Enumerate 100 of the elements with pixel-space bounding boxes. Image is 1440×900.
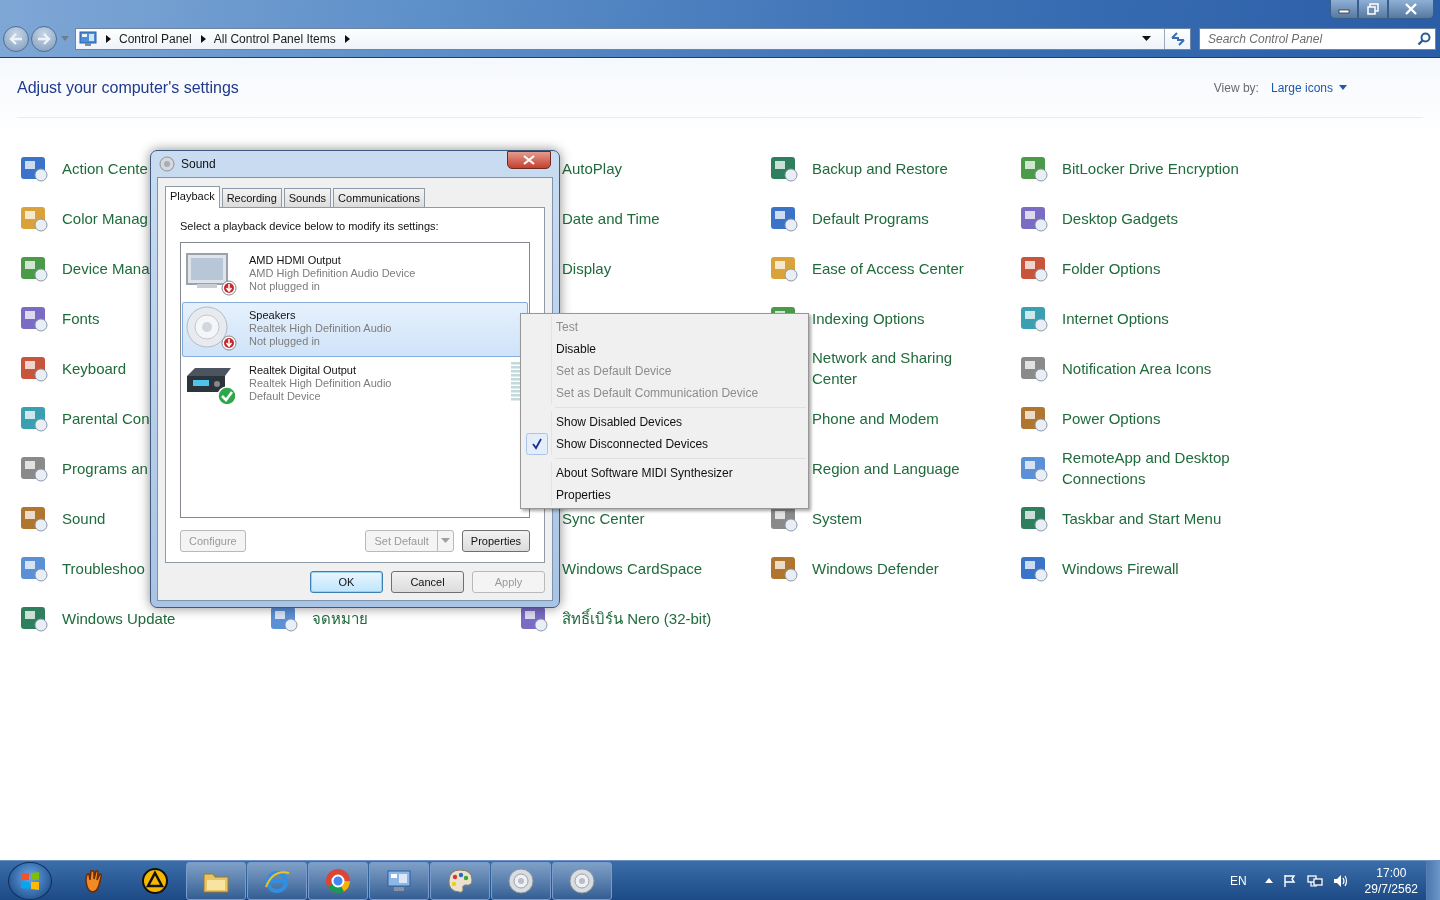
back-arrow-icon <box>9 33 23 45</box>
applet-link[interactable]: Sync Center <box>562 507 645 529</box>
device-row[interactable]: Speakers Realtek High Definition Audio Not plugged in <box>182 302 528 357</box>
dialog-button[interactable]: Cancel <box>391 571 464 593</box>
tab[interactable]: Playback <box>165 186 220 208</box>
applet-link[interactable]: Windows Defender <box>812 557 939 579</box>
caret-icon[interactable] <box>1264 877 1273 884</box>
applet-link[interactable]: Parental Con <box>62 407 150 429</box>
device-driver: AMD High Definition Audio Device <box>249 267 416 280</box>
applet-link[interactable]: Backup and Restore <box>812 157 948 179</box>
applet-link[interactable]: Taskbar and Start Menu <box>1062 507 1222 529</box>
speaker-icon <box>568 866 596 895</box>
browser-logo-icon <box>324 866 352 895</box>
device-driver: Realtek High Definition Audio <box>249 377 392 390</box>
refresh-icon <box>1169 32 1186 46</box>
applet-link[interactable]: Desktop Gadgets <box>1062 207 1178 229</box>
applet-link[interactable]: Notification Area Icons <box>1062 357 1212 379</box>
tab[interactable]: Recording <box>221 188 282 207</box>
dropdown-caret-icon[interactable] <box>1142 36 1152 42</box>
flag-icon[interactable] <box>1282 873 1297 888</box>
applet-link[interactable]: Default Programs <box>812 207 929 229</box>
tab[interactable]: Communications <box>333 188 425 207</box>
dialog-button[interactable]: OK <box>310 571 383 593</box>
applet-link[interactable]: Programs an <box>62 457 148 479</box>
volume-icon[interactable] <box>1332 873 1349 888</box>
taskbar-button[interactable] <box>491 861 551 900</box>
applet-link[interactable]: Action Cente <box>62 157 148 179</box>
applet-link[interactable]: Folder Options <box>1062 257 1161 279</box>
breadcrumb-link[interactable]: All Control Panel Items <box>213 32 336 46</box>
minimize-button[interactable] <box>1330 0 1358 19</box>
applet-link[interactable]: Indexing Options <box>812 307 925 329</box>
taskbar-button[interactable] <box>552 861 612 900</box>
palette-icon <box>446 866 474 895</box>
control-panel-icon <box>79 31 97 47</box>
tab[interactable]: Sounds <box>283 188 332 207</box>
restore-icon <box>1367 3 1379 15</box>
applet-link[interactable]: Sound <box>62 507 106 529</box>
applet-link[interactable]: Power Options <box>1062 407 1161 429</box>
speaker-icon <box>159 156 175 172</box>
search-icon[interactable] <box>1417 32 1431 46</box>
taskbar-button[interactable] <box>430 861 490 900</box>
network-icon[interactable] <box>1306 873 1323 888</box>
applet-link[interactable]: Troubleshoo <box>62 557 145 579</box>
forward-arrow-icon <box>37 33 51 45</box>
triangle-logo-icon <box>141 866 169 895</box>
taskbar-button[interactable] <box>308 861 368 900</box>
address-bar[interactable]: Control Panel All Control Panel Items <box>75 28 1191 50</box>
close-button[interactable] <box>1388 0 1434 19</box>
applet-link[interactable]: Windows CardSpace <box>562 557 703 579</box>
breadcrumb-link[interactable]: Control Panel <box>119 32 192 46</box>
search-field[interactable]: Search Control Panel <box>1199 28 1436 50</box>
applet-link[interactable]: Internet Options <box>1062 307 1169 329</box>
menu-item[interactable]: Show Disconnected Devices <box>523 433 806 455</box>
clock-date[interactable]: 29/7/2562 <box>1364 880 1418 897</box>
applet-link[interactable]: Device Mana <box>62 257 150 279</box>
clock-time[interactable]: 17:00 <box>1376 864 1407 881</box>
instruction-text: Select a playback device below to modify its settings: <box>180 220 440 232</box>
applet-link[interactable]: Region and Language <box>812 457 960 479</box>
applet-link[interactable]: สิทธิ์เบิร์น Nero (32-bit) <box>562 607 712 629</box>
taskbar-button[interactable] <box>369 861 429 900</box>
view-by-dropdown[interactable]: Large icons <box>1270 80 1347 95</box>
device-status: Default Device <box>249 390 322 403</box>
close-button[interactable] <box>507 151 551 169</box>
chevron-icon[interactable] <box>103 34 113 44</box>
applet-link[interactable]: จดหมาย <box>312 607 368 629</box>
view-by-label: View by: <box>1213 80 1259 95</box>
applet-link[interactable]: Windows Firewall <box>1062 557 1179 579</box>
applet-link[interactable]: RemoteApp and Desktop Connections <box>1062 447 1245 489</box>
applet-link[interactable]: System <box>812 507 862 529</box>
speaker-icon <box>507 866 535 895</box>
applet-link[interactable]: Keyboard <box>62 357 127 379</box>
restore-button[interactable] <box>1358 0 1388 19</box>
device-status: Not plugged in <box>249 335 321 348</box>
dialog-button[interactable]: Properties <box>461 530 530 552</box>
start-button[interactable] <box>8 861 52 900</box>
menu-item[interactable]: About Software MIDI Synthesizer <box>523 462 806 484</box>
close-icon <box>523 155 535 165</box>
device-name: Speakers <box>249 309 297 322</box>
applet-link[interactable]: Phone and Modem <box>812 407 939 429</box>
applet-link[interactable]: Date and Time <box>562 207 660 229</box>
language-indicator[interactable]: EN <box>1229 873 1247 888</box>
device-status: Not plugged in <box>249 280 321 293</box>
applet-link[interactable]: Display <box>562 257 612 279</box>
taskbar-button[interactable] <box>186 861 246 900</box>
caret-icon <box>440 538 450 544</box>
back-button[interactable] <box>3 26 29 52</box>
page-heading: Adjust your computer's settings <box>17 78 239 97</box>
applet-link[interactable]: Windows Update <box>62 607 176 629</box>
applet-link[interactable]: BitLocker Drive Encryption <box>1062 157 1239 179</box>
applet-link[interactable]: AutoPlay <box>562 157 623 179</box>
applet-link[interactable]: Fonts <box>62 307 100 329</box>
close-icon <box>1404 3 1418 15</box>
forward-button[interactable] <box>31 26 57 52</box>
applet-link[interactable]: Ease of Access Center <box>812 257 964 279</box>
menu-item[interactable]: Properties <box>523 484 806 506</box>
dialog-title: Sound <box>181 157 216 171</box>
applet-link[interactable]: Network and Sharing Center <box>812 347 995 389</box>
device-row[interactable]: AMD HDMI Output AMD High Definition Audio Device Not plugged in <box>182 247 528 302</box>
control-panel-icon <box>385 867 413 894</box>
applet-link[interactable]: Color Manag <box>62 207 148 229</box>
